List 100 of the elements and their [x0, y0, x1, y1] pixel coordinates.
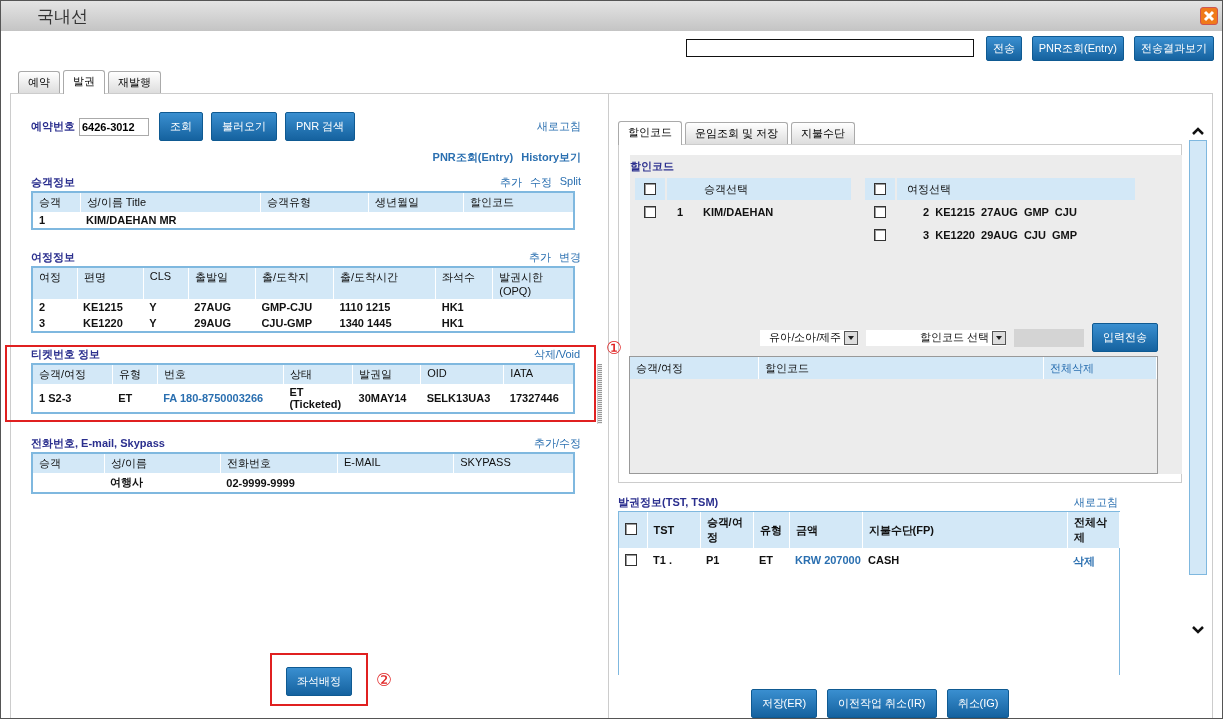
table-cell: ET [759, 554, 774, 567]
column-header: 금액 [795, 523, 818, 536]
column-header: 승객/여정 [32, 364, 113, 384]
section-action-link[interactable]: 추가 [529, 250, 552, 265]
table-cell: 29AUG [194, 317, 231, 329]
table-cell: 1 S2-3 [39, 392, 72, 404]
toolbar-button[interactable]: 전송결과보기 [1134, 35, 1214, 61]
column-header: 여정 [32, 267, 78, 299]
section-action-link[interactable]: Split [559, 175, 582, 190]
table-cell-text: 1 [675, 205, 685, 218]
action-button[interactable]: 저장(ER) [750, 689, 818, 718]
tab[interactable]: 할인코드 [618, 121, 682, 145]
scrollbar-thumb[interactable] [1189, 140, 1207, 575]
column-header: 번호 [157, 364, 284, 384]
refresh-link[interactable]: 새로고침 [1074, 495, 1118, 511]
callout-number: ① [606, 337, 623, 359]
scroll-up-icon[interactable] [1191, 126, 1205, 136]
send-input-button[interactable]: 입력전송 [1091, 323, 1158, 353]
header-link[interactable]: PNR조회(Entry) [432, 150, 514, 165]
section-action-link[interactable]: 수정 [529, 175, 552, 190]
close-button[interactable] [1200, 7, 1218, 25]
dropdown[interactable]: 유아/소아/제주 [759, 329, 858, 346]
action-button[interactable]: 이전작업 취소(IR) [827, 689, 937, 718]
ticket-number-link[interactable]: FA 180-8750003266 [163, 392, 264, 404]
booking-button[interactable]: 불러오기 [211, 112, 277, 141]
seat-assign-button[interactable]: 좌석배정 [286, 667, 352, 696]
table-cell: KIM/DAEHAN MR [86, 214, 177, 226]
tab[interactable]: 예약 [18, 71, 60, 93]
checkbox[interactable] [644, 183, 656, 195]
table-cell: 1340 1445 [339, 317, 392, 329]
section-action-link[interactable]: 추가/수정 [534, 436, 582, 451]
table-cell: 2 [39, 301, 46, 313]
refresh-link[interactable]: 새로고침 [537, 119, 582, 134]
column-header: 승객/여정 [706, 516, 743, 544]
table-cell: HK1 [441, 317, 464, 329]
tab[interactable]: 발권 [63, 70, 105, 94]
column-header: 발권시한 (OPQ) [492, 267, 574, 299]
table-cell: KE1220 [83, 317, 123, 329]
table-cell: GMP-CJU [261, 301, 313, 313]
table-cell: 3 [39, 317, 46, 329]
callout-number: ② [376, 668, 393, 691]
column-header: 유형 [759, 523, 782, 536]
section-action-link[interactable]: 추가 [499, 175, 522, 190]
booking-button[interactable]: PNR 검색 [285, 112, 356, 141]
cell-link[interactable]: KRW 207000 [795, 554, 861, 567]
table-cell: Y [149, 301, 157, 313]
booking-number-field[interactable]: 6426-3012 [79, 117, 149, 136]
column-header: 출/도착시간 [333, 267, 436, 299]
splitter-handle[interactable] [597, 364, 602, 424]
cell-link[interactable]: 삭제 [1073, 555, 1095, 568]
column-header: SKYPASS [453, 453, 574, 473]
section-title: 티켓번호 정보 [31, 347, 101, 362]
section-title: 할인코드 [630, 159, 675, 174]
section-action-link[interactable]: 변경 [559, 250, 582, 265]
table-cell: 1 [39, 214, 46, 226]
table-cell: 30MAY14 [358, 392, 407, 404]
table-cell: CJU-GMP [261, 317, 313, 329]
table-cell: 17327446 [509, 392, 559, 404]
table-cell: 여행사 [110, 476, 144, 488]
scroll-down-icon[interactable] [1191, 625, 1205, 635]
dropdown[interactable]: 할인코드 선택 [865, 329, 1006, 346]
table-cell: 27AUG [194, 301, 231, 313]
section-action-link[interactable]: 삭제/Void [533, 347, 581, 362]
header-link[interactable]: History보기 [521, 150, 582, 165]
tab[interactable]: 지불수단 [791, 122, 856, 144]
table-cell: KE1215 [83, 301, 123, 313]
checkbox[interactable] [625, 523, 637, 536]
toolbar-button[interactable]: 전송 [985, 35, 1022, 61]
column-header: 지불수단(FP) [868, 523, 934, 536]
column-header: 승객/여정 [636, 361, 684, 374]
checkbox[interactable] [644, 205, 656, 218]
column-header: 발권일 [352, 364, 421, 384]
table-cell: 1110 1215 [339, 301, 391, 313]
checkbox[interactable] [874, 228, 886, 241]
action-button[interactable]: 취소(IG) [946, 689, 1010, 718]
column-header: 할인코드 [764, 361, 809, 374]
column-header: IATA [503, 364, 574, 384]
column-header: 출/도착지 [255, 267, 334, 299]
column-header: 생년월일 [368, 192, 464, 212]
tab[interactable]: 재발행 [108, 71, 161, 93]
column-header: 승객 [32, 192, 81, 212]
booking-number-label: 예약번호 [31, 119, 75, 134]
booking-button[interactable]: 조회 [159, 112, 203, 141]
code-field[interactable] [1013, 328, 1084, 347]
table-cell: ET (Ticketed) [289, 386, 342, 410]
column-header: 할인코드 [463, 192, 574, 212]
column-header: TST [653, 524, 675, 537]
table-cell: 02-9999-9999 [226, 476, 295, 489]
checkbox[interactable] [625, 554, 637, 567]
checkbox[interactable] [874, 205, 886, 218]
command-field[interactable] [685, 39, 974, 57]
column-header: 상태 [283, 364, 353, 384]
column-header: OID [420, 364, 504, 384]
section-title: 발권정보(TST, TSM) [618, 495, 719, 511]
tab[interactable]: 운임조회 및 저장 [685, 122, 789, 144]
toolbar-button[interactable]: PNR조회(Entry) [1031, 35, 1124, 61]
table-cell: T1 . [653, 554, 672, 567]
section-title: 전화번호, E-mail, Skypass [31, 436, 165, 451]
table-cell: Y [149, 317, 157, 329]
checkbox[interactable] [874, 183, 886, 195]
